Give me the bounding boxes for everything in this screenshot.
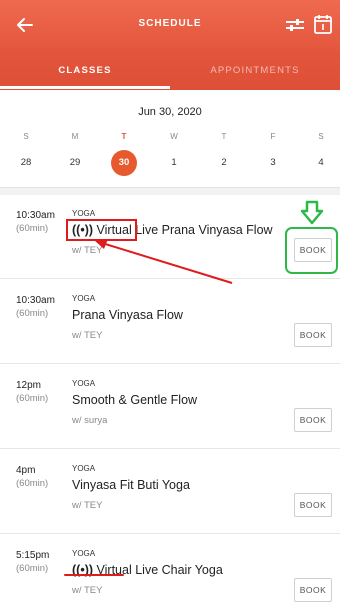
book-button[interactable]: BOOK	[294, 493, 332, 517]
book-highlight-box	[285, 227, 338, 274]
class-category: YOGA	[72, 379, 96, 388]
filter-sliders-icon[interactable]	[284, 14, 306, 36]
selected-date-heading: Jun 30, 2020	[138, 106, 202, 118]
calendar-icon[interactable]	[313, 13, 333, 35]
class-category: YOGA	[72, 549, 96, 558]
day-tue-selected[interactable]: T 30	[107, 130, 141, 176]
class-duration: (60min)	[16, 563, 49, 574]
day-number: 30	[111, 150, 137, 176]
day-number: 28	[20, 157, 32, 168]
tab-appointments[interactable]: APPOINTMENTS	[170, 58, 340, 90]
class-instructor: w/ surya	[72, 415, 108, 426]
day-of-week-label: F	[270, 132, 276, 141]
class-time: 12pm	[16, 380, 42, 391]
class-title: Vinyasa Fit Buti Yoga	[72, 478, 190, 492]
class-category: YOGA	[72, 209, 96, 218]
top-bar: SCHEDULE	[0, 0, 340, 50]
day-sun[interactable]: S 28	[9, 130, 43, 176]
class-duration: (60min)	[16, 393, 49, 404]
class-row[interactable]: 12pm (60min) YOGA Smooth & Gentle Flow w…	[0, 365, 340, 449]
day-mon[interactable]: M 29	[58, 130, 92, 176]
class-time: 5:15pm	[16, 550, 50, 561]
day-sat[interactable]: S 4	[304, 130, 338, 176]
week-strip: S 28 M 29 T 30 W 1 T 2 F 3 S 4	[0, 130, 340, 182]
day-number: 1	[171, 157, 177, 168]
class-name: Vinyasa Fit Buti Yoga	[72, 478, 190, 492]
class-category: YOGA	[72, 294, 96, 303]
section-divider	[0, 187, 340, 195]
class-title: Smooth & Gentle Flow	[72, 393, 198, 407]
down-arrow-icon	[300, 200, 324, 225]
class-time: 10:30am	[16, 295, 55, 306]
class-duration: (60min)	[16, 308, 49, 319]
class-category: YOGA	[72, 464, 96, 473]
book-button[interactable]: BOOK	[294, 323, 332, 347]
class-instructor: w/ TEY	[72, 330, 103, 341]
book-button[interactable]: BOOK	[294, 408, 332, 432]
annotation-arrow-icon	[94, 239, 233, 284]
class-time: 4pm	[16, 465, 36, 476]
day-of-week-label: S	[23, 132, 29, 141]
day-wed[interactable]: W 1	[157, 130, 191, 176]
class-name: Prana Vinyasa Flow	[72, 308, 183, 322]
class-duration: (60min)	[16, 223, 49, 234]
virtual-underline	[64, 574, 124, 576]
class-row[interactable]: 4pm (60min) YOGA Vinyasa Fit Buti Yoga w…	[0, 450, 340, 534]
app-header: SCHEDULE CLASSES APPOINTMENTS	[0, 0, 340, 90]
class-title: Prana Vinyasa Flow	[72, 308, 183, 322]
day-of-week-label: S	[318, 132, 324, 141]
day-of-week-label: T	[121, 132, 127, 141]
class-name: Smooth & Gentle Flow	[72, 393, 197, 407]
day-fri[interactable]: F 3	[256, 130, 290, 176]
class-instructor: w/ TEY	[72, 500, 103, 511]
book-button[interactable]: BOOK	[294, 578, 332, 602]
class-duration: (60min)	[16, 478, 49, 489]
day-thu[interactable]: T 2	[207, 130, 241, 176]
day-number: 3	[270, 157, 276, 168]
class-time: 10:30am	[16, 210, 55, 221]
day-of-week-label: W	[170, 132, 178, 141]
day-number: 2	[221, 157, 227, 168]
class-row[interactable]: 5:15pm (60min) YOGA ((•)) Virtual Live C…	[0, 535, 340, 614]
day-of-week-label: M	[71, 132, 79, 141]
day-of-week-label: T	[221, 132, 227, 141]
day-number: 4	[318, 157, 324, 168]
day-number: 29	[69, 157, 81, 168]
active-tab-indicator	[0, 86, 170, 89]
class-title: Live Chair Yoga	[135, 563, 223, 577]
class-instructor: w/ TEY	[72, 585, 103, 596]
